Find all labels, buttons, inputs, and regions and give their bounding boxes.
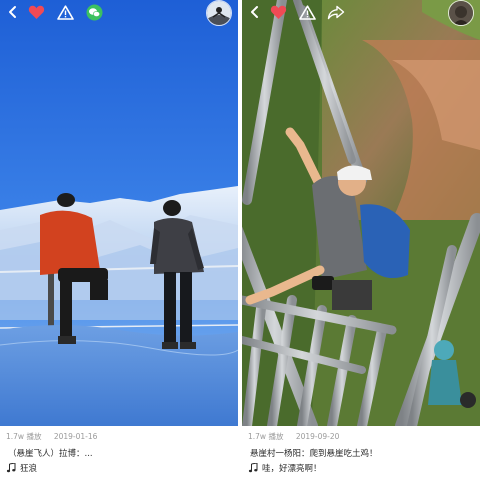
back-icon[interactable]: [245, 2, 265, 22]
view-count: 1.7w 播放: [248, 432, 284, 441]
video-title[interactable]: 悬崖村一杨阳：爬到悬崖吃土鸡！: [250, 447, 378, 459]
share-icon[interactable]: [326, 2, 346, 22]
heart-icon[interactable]: [268, 2, 288, 22]
snow-mountain-scene: [0, 0, 238, 426]
video-card-snow-mountain[interactable]: 1.7w 播放 2019-01-16 （悬崖飞人）拉博：... 狂浪: [0, 0, 238, 480]
video-stats: 1.7w 播放 2019-09-20: [248, 431, 349, 442]
video-thumbnail[interactable]: [0, 0, 238, 426]
music-note-icon: [248, 463, 258, 473]
warning-icon[interactable]: [55, 2, 75, 22]
cliff-ladder-scene: [242, 0, 480, 426]
back-icon[interactable]: [3, 2, 23, 22]
warning-icon[interactable]: [297, 2, 317, 22]
music-title: 狂浪: [20, 464, 38, 474]
card-toolbar: [0, 0, 238, 26]
heart-icon[interactable]: [26, 2, 46, 22]
video-grid: 1.7w 播放 2019-01-16 （悬崖飞人）拉博：... 狂浪 1.7w …: [0, 0, 480, 480]
video-meta: 1.7w 播放 2019-01-16 （悬崖飞人）拉博：... 狂浪: [0, 426, 238, 480]
video-stats: 1.7w 播放 2019-01-16: [6, 431, 107, 442]
music-track[interactable]: 哇，好漂亮啊！: [248, 462, 322, 474]
music-track[interactable]: 狂浪: [6, 462, 37, 474]
avatar[interactable]: [448, 0, 474, 26]
video-card-cliff-ladder[interactable]: 1.7w 播放 2019-09-20 悬崖村一杨阳：爬到悬崖吃土鸡！ 哇，好漂亮…: [242, 0, 480, 480]
publish-date: 2019-01-16: [53, 432, 98, 441]
video-title[interactable]: （悬崖飞人）拉博：...: [8, 447, 93, 459]
video-thumbnail[interactable]: [242, 0, 480, 426]
card-toolbar: [242, 0, 480, 26]
publish-date: 2019-09-20: [295, 432, 340, 441]
music-title: 哇，好漂亮啊！: [262, 464, 322, 474]
video-meta: 1.7w 播放 2019-09-20 悬崖村一杨阳：爬到悬崖吃土鸡！ 哇，好漂亮…: [242, 426, 480, 480]
view-count: 1.7w 播放: [6, 432, 42, 441]
avatar[interactable]: [206, 0, 232, 26]
music-note-icon: [6, 463, 16, 473]
wechat-icon[interactable]: [84, 2, 104, 22]
